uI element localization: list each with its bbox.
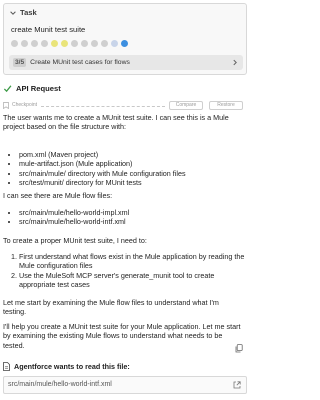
copy-icon[interactable] xyxy=(235,344,243,353)
list-item: pom.xml (Maven project) xyxy=(19,150,245,159)
task-card: Task create Munit test suite 3/5 Create … xyxy=(3,3,247,75)
bookmark-icon xyxy=(3,102,9,109)
task-step-row[interactable]: 3/5 Create MUnit test cases for flows xyxy=(9,55,243,70)
progress-dot xyxy=(21,40,28,47)
task-progress-dots xyxy=(11,40,128,47)
chevron-right-icon[interactable] xyxy=(231,58,239,67)
task-title: Task xyxy=(20,8,37,17)
progress-dot xyxy=(101,40,108,47)
progress-dot xyxy=(31,40,38,47)
progress-dot xyxy=(81,40,88,47)
progress-dot xyxy=(11,40,18,47)
message-help: I'll help you create a MUnit test suite … xyxy=(3,322,241,350)
api-request-header[interactable]: API Request xyxy=(3,84,61,93)
restore-button[interactable]: Restore xyxy=(209,101,243,110)
check-icon xyxy=(3,85,12,93)
api-request-title: API Request xyxy=(16,84,61,93)
structure-list: pom.xml (Maven project) mule-artifact.js… xyxy=(9,150,245,188)
progress-dot xyxy=(91,40,98,47)
checkpoint-divider xyxy=(41,106,165,107)
steps-intro: To create a proper MUnit test suite, I n… xyxy=(3,236,147,245)
message-start: Let me start by examining the Mule flow … xyxy=(3,298,219,317)
file-path-box[interactable]: src/main/mule/hello-world-intf.xml xyxy=(3,376,247,394)
list-item: src/main/mule/hello-world-impl.xml xyxy=(19,208,245,217)
flows-list: src/main/mule/hello-world-impl.xml src/m… xyxy=(9,208,245,227)
list-item: Use the MuleSoft MCP server's generate_m… xyxy=(19,271,245,290)
list-item: mule-artifact.json (Mule application) xyxy=(19,159,245,168)
progress-dot xyxy=(61,40,68,47)
step-badge: 3/5 xyxy=(13,58,27,67)
checkpoint-row: Checkpoint Compare Restore xyxy=(3,100,247,111)
file-icon xyxy=(3,362,10,371)
file-path[interactable]: src/main/mule/hello-world-intf.xml xyxy=(8,381,112,388)
read-file-header: Agentforce wants to read this file: xyxy=(3,362,130,371)
step-label: Create MUnit test cases for flows xyxy=(30,59,130,66)
task-description: create Munit test suite xyxy=(11,25,86,34)
flows-intro: I can see there are Mule flow files: xyxy=(3,191,113,200)
progress-dot xyxy=(51,40,58,47)
task-header[interactable]: Task xyxy=(9,8,37,17)
message-intro: The user wants me to create a MUnit test… xyxy=(3,113,229,132)
checkpoint-label: Checkpoint xyxy=(12,102,38,108)
chevron-down-icon[interactable] xyxy=(9,9,17,17)
list-item: src/test/munit/ directory for MUnit test… xyxy=(19,178,245,187)
progress-dot xyxy=(41,40,48,47)
read-file-label: Agentforce wants to read this file: xyxy=(14,362,130,371)
list-item: src/main/mule/hello-world-intf.xml xyxy=(19,217,245,226)
list-item: First understand what flows exist in the… xyxy=(19,252,245,271)
progress-dot xyxy=(111,40,118,47)
external-link-icon[interactable] xyxy=(233,381,241,389)
progress-dot xyxy=(71,40,78,47)
list-item: src/main/mule/ directory with Mule confi… xyxy=(19,169,245,178)
progress-dot xyxy=(121,40,128,47)
compare-button[interactable]: Compare xyxy=(169,101,203,110)
steps-list: First understand what flows exist in the… xyxy=(9,252,245,290)
